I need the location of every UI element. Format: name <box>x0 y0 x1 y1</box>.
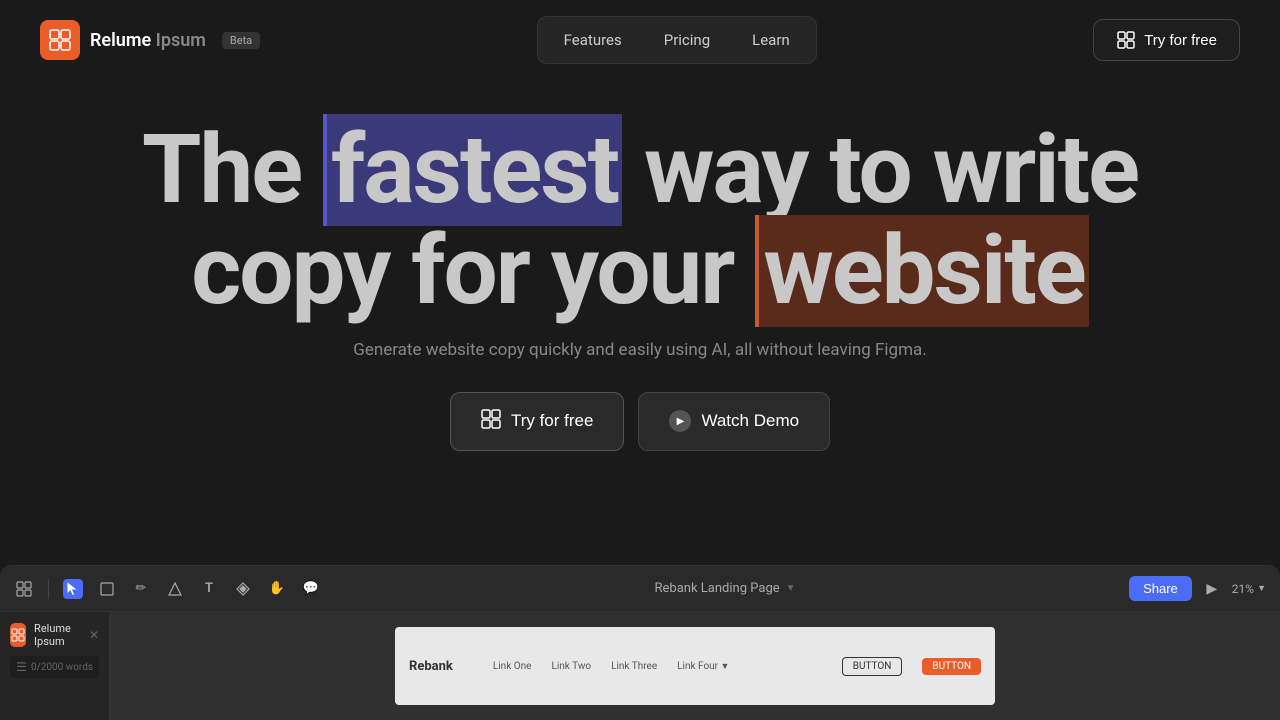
hero-line1: The fastest way to write <box>142 114 1138 226</box>
toolbar-right: Share ▶ 21% ▼ <box>1129 576 1266 601</box>
canvas-nav-link-2: Link Two <box>551 661 591 672</box>
plugin-logo <box>10 623 26 647</box>
canvas-frame: Rebank Link One Link Two Link Three Link… <box>395 627 995 705</box>
canvas-nav-chevron: ▼ <box>721 662 730 672</box>
figma-canvas: Rebank Link One Link Two Link Three Link… <box>110 612 1280 720</box>
hero-subtitle: Generate website copy quickly and easily… <box>40 340 1240 360</box>
canvas-btn-filled: BUTTON <box>922 658 981 675</box>
hero-watch-demo-button[interactable]: ▶ Watch Demo <box>638 392 830 451</box>
play-icon: ▶ <box>669 410 691 432</box>
canvas-title: Rebank Landing Page <box>655 581 780 596</box>
logo-text: Relume Ipsum <box>90 30 206 51</box>
logo: Relume Ipsum Beta <box>40 20 260 60</box>
canvas-nav-link-3: Link Three <box>611 661 657 672</box>
text-icon[interactable]: T <box>199 579 219 599</box>
pen-icon[interactable]: ✏ <box>131 579 151 599</box>
grid-icon <box>1116 30 1136 50</box>
canvas-logo: Rebank <box>409 659 453 674</box>
shape-icon[interactable] <box>165 579 185 599</box>
nav-cta-button[interactable]: Try for free <box>1093 19 1240 61</box>
nav-link-pricing[interactable]: Pricing <box>644 23 730 57</box>
figma-grid-icon[interactable] <box>14 579 34 599</box>
toolbar-center: Rebank Landing Page ▼ <box>335 581 1115 596</box>
figma-mockup: ✏ T ✋ 💬 Rebank Landing Page ▼ Share ▶ 21… <box>0 565 1280 720</box>
component-icon[interactable] <box>233 579 253 599</box>
hand-icon[interactable]: ✋ <box>267 579 287 599</box>
panel-close-icon[interactable]: ✕ <box>89 628 99 642</box>
cursor-icon[interactable] <box>63 579 83 599</box>
zoom-level[interactable]: 21% ▼ <box>1232 582 1266 596</box>
nav-link-features[interactable]: Features <box>544 23 642 57</box>
hero-heading: The fastest way to write copy for your w… <box>40 120 1240 322</box>
hero-line2: copy for your website <box>191 215 1088 327</box>
canvas-btn-outline: BUTTON <box>842 657 903 676</box>
panel-header: Relume Ipsum ✕ <box>10 622 99 648</box>
chevron-down-icon[interactable]: ▼ <box>786 583 796 594</box>
figma-toolbar: ✏ T ✋ 💬 Rebank Landing Page ▼ Share ▶ 21… <box>0 566 1280 612</box>
nav-link-learn[interactable]: Learn <box>732 23 810 57</box>
zoom-chevron: ▼ <box>1257 583 1266 594</box>
toolbar-sep-1 <box>48 579 49 599</box>
btn-primary-icon <box>481 409 501 434</box>
canvas-nav-link-1: Link One <box>493 661 532 672</box>
play-run-icon[interactable]: ▶ <box>1202 579 1222 599</box>
hero-highlight-website: website <box>755 215 1088 327</box>
btn-secondary-label: Watch Demo <box>701 411 799 431</box>
hero-try-free-button[interactable]: Try for free <box>450 392 625 451</box>
plugin-title: Relume Ipsum <box>34 622 81 648</box>
hero-buttons: Try for free ▶ Watch Demo <box>40 392 1240 451</box>
navbar: Relume Ipsum Beta Features Pricing Learn… <box>0 0 1280 80</box>
hamburger-icon[interactable]: ☰ <box>16 660 27 674</box>
figma-plugin-panel: Relume Ipsum ✕ ☰ 0/2000 words <box>0 612 110 720</box>
nav-links: Features Pricing Learn <box>537 16 817 64</box>
logo-icon <box>40 20 80 60</box>
nav-cta-label: Try for free <box>1144 32 1217 49</box>
frame-icon[interactable] <box>97 579 117 599</box>
hero-highlight-fastest: fastest <box>323 114 622 226</box>
comment-icon[interactable]: 💬 <box>301 579 321 599</box>
btn-primary-label: Try for free <box>511 411 594 431</box>
share-button[interactable]: Share <box>1129 576 1192 601</box>
word-count-display: ☰ 0/2000 words <box>10 656 99 678</box>
canvas-nav-link-4: Link Four ▼ <box>677 661 729 672</box>
beta-badge: Beta <box>222 32 260 49</box>
figma-content: Relume Ipsum ✕ ☰ 0/2000 words Rebank Lin… <box>0 612 1280 720</box>
hero-section: The fastest way to write copy for your w… <box>0 80 1280 451</box>
word-count-text: 0/2000 words <box>31 662 93 673</box>
